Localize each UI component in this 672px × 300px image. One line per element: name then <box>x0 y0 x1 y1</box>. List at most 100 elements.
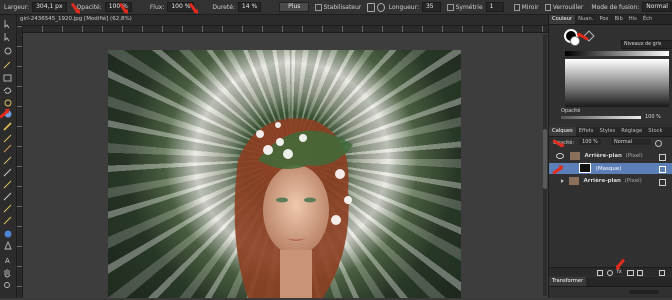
add-layer-icon[interactable] <box>637 270 643 276</box>
symmetry-field[interactable]: 1 <box>485 2 504 12</box>
transform-panel-tabs: Transformer <box>549 277 672 287</box>
color-opacity-slider[interactable] <box>561 116 641 119</box>
length-field[interactable]: 35 <box>421 2 442 12</box>
horizontal-ruler <box>22 26 548 33</box>
blur-tool-icon <box>3 192 12 201</box>
tab-transform[interactable]: Transformer <box>549 277 587 286</box>
tab-pox[interactable]: Pox <box>596 15 611 24</box>
pixel-brush-icon <box>3 134 12 143</box>
brush-selection-icon <box>4 99 12 107</box>
adjustment-icon[interactable] <box>607 270 613 276</box>
mask-thumbnail <box>579 163 591 173</box>
symmetry-checkbox[interactable] <box>447 3 454 11</box>
layer-name: (Masque) <box>595 165 622 172</box>
canvas-scrollbar[interactable] <box>543 34 547 296</box>
photo-canvas[interactable] <box>108 50 461 298</box>
delete-layer-icon[interactable] <box>659 270 665 276</box>
tab-history[interactable]: His <box>626 15 640 24</box>
portrait-subject <box>234 118 353 298</box>
layer-row[interactable]: Arrière-plan (Pixel) <box>549 176 672 187</box>
tools-icons: A <box>3 20 12 288</box>
layer-name: Arrière-plan <box>584 153 622 159</box>
add-group-icon[interactable] <box>627 270 634 276</box>
lasso-tool-icon <box>3 87 12 94</box>
tab-color[interactable]: Couleur <box>549 15 576 24</box>
tab-stock[interactable]: Stock <box>645 127 665 136</box>
smudge-tool-icon <box>3 180 12 189</box>
color-panel-tabs: Couleur Nuan. Pox Bib His Éch <box>549 15 672 25</box>
hand-tool-icon <box>4 269 11 278</box>
gray-slider[interactable] <box>565 51 669 56</box>
layers-panel-tabs: Calques Effets Styles Réglage Stock <box>549 127 672 137</box>
tab-library[interactable]: Bib <box>611 15 625 24</box>
neck-shape <box>280 250 312 298</box>
stabilizer-mode-icon[interactable] <box>367 2 376 12</box>
erase-brush-icon <box>3 144 12 153</box>
tab-styles[interactable]: Styles <box>597 127 619 136</box>
clone-tool-icon <box>3 168 12 177</box>
layer-row[interactable]: Arrière-plan (Pixel) <box>549 151 672 162</box>
selection-tool-icon <box>4 33 10 42</box>
face-shape <box>263 165 329 255</box>
hardness-label: Dureté: <box>212 3 235 11</box>
gray-ramp[interactable] <box>565 59 669 107</box>
layer-expand-icon[interactable] <box>561 178 564 183</box>
tab-swatches[interactable]: Nuan. <box>575 15 596 24</box>
symmetry-label: Symétrie <box>455 3 483 11</box>
layers-bottom-bar: fx <box>549 267 672 276</box>
mask-visible-checkbox[interactable] <box>659 166 666 173</box>
lock-label: Verrouiller <box>552 3 584 11</box>
width-field[interactable]: 304,1 px <box>32 2 67 12</box>
color-opacity-label: Opacité <box>561 108 581 114</box>
layer-type: (Pixel) <box>624 178 642 184</box>
marquee-tool-icon <box>3 74 12 82</box>
lock-checkbox[interactable] <box>544 3 551 11</box>
length-label: Longueur: <box>388 3 419 11</box>
document-title: girl-2436545_1920.jpg [Modifié] (62,8%) <box>20 16 132 22</box>
mirror-label: Miroir <box>521 3 539 11</box>
dodge-tool-icon <box>3 156 12 165</box>
layer-visible-checkbox[interactable] <box>659 179 666 186</box>
hardness-field[interactable]: 14 % <box>237 2 262 12</box>
more-button[interactable]: Plus <box>279 2 310 12</box>
layer-thumbnail <box>568 176 579 185</box>
width-label: Largeur: <box>4 3 30 11</box>
healing-tool-icon <box>3 216 12 225</box>
text-tool-icon: A <box>5 257 10 265</box>
eyedropper-icon <box>3 61 11 69</box>
right-panel: Couleur Nuan. Pox Bib His Éch Niveaux de… <box>548 15 672 298</box>
tab-effects[interactable]: Effets <box>576 127 597 136</box>
tab-sampler[interactable]: Éch <box>640 15 655 24</box>
layer-opacity-field[interactable]: 100 % <box>579 139 601 145</box>
document-tab[interactable]: girl-2436545_1920.jpg [Modifié] (62,8%) <box>17 15 548 26</box>
stabilizer-label: Stabilisateur <box>323 3 362 11</box>
stabilizer-rope-icon[interactable] <box>377 2 385 12</box>
context-toolbar: Largeur: 304,1 px Opacité: 100 % Flux: 1… <box>0 0 672 15</box>
layer-thumbnail <box>569 151 580 160</box>
blend-mode-select[interactable]: Normal <box>642 2 672 12</box>
zoom-tool-icon <box>4 282 10 288</box>
add-mask-icon[interactable] <box>597 270 603 276</box>
layer-type: (Pixel) <box>625 153 643 159</box>
crop-tool-icon <box>4 47 12 55</box>
mirror-checkbox[interactable] <box>513 3 520 11</box>
tab-adjustment[interactable]: Réglage <box>618 127 645 136</box>
right-eye <box>304 197 316 203</box>
color-opacity-value[interactable]: 100 % <box>645 114 661 120</box>
layer-visible-checkbox[interactable] <box>659 154 666 161</box>
layer-row-selected[interactable]: (Masque) <box>549 163 672 174</box>
tab-layers[interactable]: Calques <box>549 127 576 136</box>
stabilizer-checkbox[interactable] <box>315 3 322 11</box>
model-dropdown[interactable]: Niveaux de gris <box>621 40 672 49</box>
paint-brush-icon <box>3 122 12 131</box>
tools-panel: A <box>0 15 17 298</box>
visibility-eye-icon[interactable] <box>556 152 564 159</box>
layer-blend-select[interactable]: Normal <box>611 139 651 145</box>
sharpen-tool-icon <box>3 204 12 213</box>
scrollbar-thumb[interactable] <box>543 129 547 189</box>
layer-options-gear-icon[interactable] <box>655 140 662 147</box>
transform-fields <box>629 290 659 294</box>
layer-name: Arrière-plan <box>583 178 621 184</box>
blend-mode-label: Mode de fusion: <box>591 3 640 11</box>
flow-label: Flux: <box>149 3 165 11</box>
